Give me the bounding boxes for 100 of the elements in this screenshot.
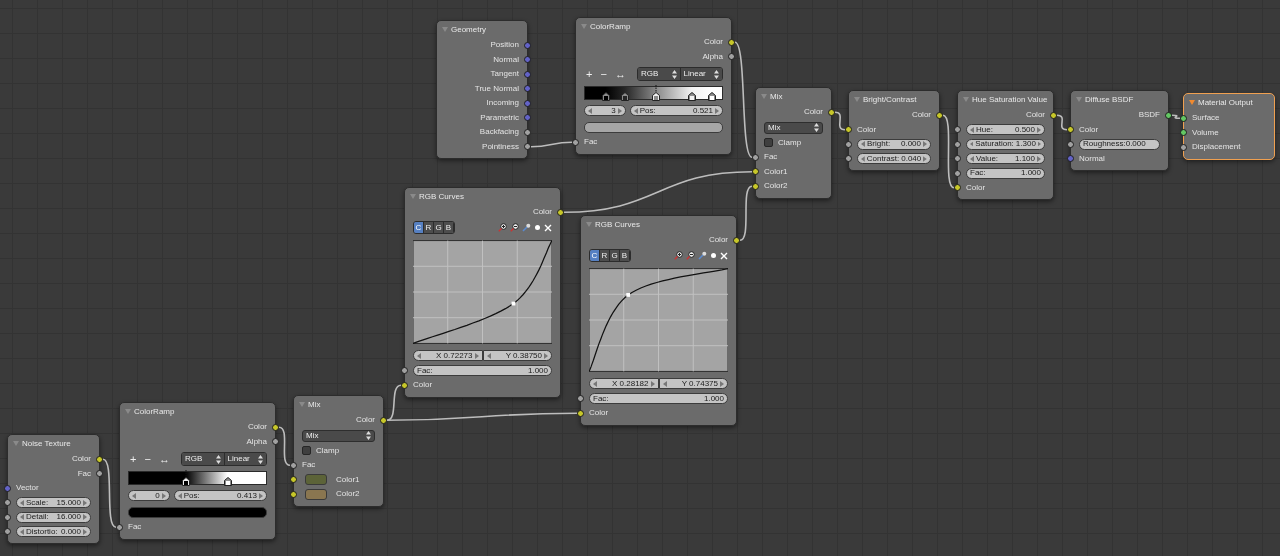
number-field[interactable]: Hue: 0.500 <box>966 124 1045 136</box>
node-panel[interactable]: Bright/Contrast Color Color Bright: 0.000 Contrast: 0.040 <box>848 90 940 171</box>
socket-icon[interactable] <box>290 476 297 484</box>
number-field[interactable]: Contrast: 0.040 <box>857 153 931 165</box>
socket-icon[interactable] <box>752 182 759 190</box>
node-panel[interactable]: RGB Curves Color C R G B X 0.28182 Y 0.74375 Fac: 1.000 Color <box>580 215 737 426</box>
socket-icon[interactable] <box>272 438 279 446</box>
increment-icon[interactable] <box>715 107 719 114</box>
decrement-icon[interactable] <box>417 352 421 359</box>
color-swatch[interactable] <box>305 474 327 486</box>
increment-icon[interactable] <box>1037 126 1041 133</box>
node-panel[interactable]: Material Output Surface Volume Displacement <box>1183 93 1275 160</box>
socket-icon[interactable] <box>828 108 835 116</box>
increment-icon[interactable] <box>83 499 87 506</box>
node-panel[interactable]: ColorRamp Color Alpha + − ↔ RGB Linear 3 Pos: 0.521 Fac <box>575 17 732 155</box>
color-mode-dropdown[interactable]: RGB <box>182 453 225 465</box>
socket-icon[interactable] <box>524 128 531 136</box>
ramp-tool-button[interactable]: ↔ <box>156 453 172 465</box>
decrement-icon[interactable] <box>662 380 667 387</box>
socket-icon[interactable] <box>4 513 11 521</box>
number-field[interactable]: Roughness:0.000 <box>1079 138 1160 150</box>
close-icon[interactable] <box>720 251 728 260</box>
decrement-icon[interactable] <box>20 499 24 506</box>
close-icon[interactable] <box>544 223 552 232</box>
channel-tab[interactable]: B <box>444 222 454 233</box>
increment-icon[interactable] <box>474 352 479 359</box>
socket-icon[interactable] <box>733 236 740 244</box>
number-field[interactable]: Y 0.74375 <box>658 378 728 389</box>
channel-tab[interactable]: B <box>620 250 630 261</box>
socket-icon[interactable] <box>845 126 852 134</box>
zoom-in-icon[interactable] <box>498 223 507 232</box>
socket-icon[interactable] <box>401 381 408 389</box>
interpolation-dropdown[interactable]: Linear <box>224 453 266 465</box>
socket-icon[interactable] <box>577 395 584 403</box>
color-swatch[interactable] <box>305 488 327 500</box>
decrement-icon[interactable] <box>633 107 638 114</box>
increment-icon[interactable] <box>544 352 548 359</box>
decrement-icon[interactable] <box>132 492 136 499</box>
dot-icon[interactable] <box>710 252 717 259</box>
socket-icon[interactable] <box>572 138 579 146</box>
node-panel[interactable]: RGB Curves Color C R G B X 0.72273 Y 0.38750 Fac: 1.000 Color <box>404 187 561 398</box>
increment-icon[interactable] <box>720 380 724 387</box>
socket-icon[interactable] <box>728 53 735 61</box>
increment-icon[interactable] <box>617 107 622 114</box>
blend-mode-dropdown[interactable]: Mix <box>302 429 375 442</box>
dot-icon[interactable] <box>534 224 541 231</box>
color-ramp-gradient[interactable] <box>128 471 267 485</box>
color-ramp-gradient[interactable] <box>584 86 723 100</box>
socket-icon[interactable] <box>577 409 584 417</box>
node-panel[interactable]: Mix Color Mix Clamp Fac Color1 Color2 <box>293 395 384 507</box>
socket-icon[interactable] <box>752 153 759 161</box>
socket-icon[interactable] <box>1050 111 1057 119</box>
decrement-icon[interactable] <box>970 126 974 133</box>
socket-icon[interactable] <box>1180 129 1187 137</box>
number-field[interactable]: Bright: 0.000 <box>857 138 931 150</box>
socket-icon[interactable] <box>954 155 961 163</box>
wrench-icon[interactable] <box>522 223 531 232</box>
ramp-tool-button[interactable]: − <box>142 453 153 465</box>
zoom-out-icon[interactable] <box>686 251 695 260</box>
number-field[interactable]: Fac: 1.000 <box>589 393 728 405</box>
interpolation-dropdown[interactable]: Linear <box>680 68 722 80</box>
number-field[interactable]: Scale: 15.000 <box>16 497 91 509</box>
socket-icon[interactable] <box>954 184 961 192</box>
number-field[interactable]: Pos: 0.413 <box>173 490 267 501</box>
curve-point[interactable] <box>511 301 516 305</box>
ramp-stop-marker[interactable] <box>181 470 190 486</box>
number-field[interactable]: Saturation: 1.300 <box>966 138 1045 150</box>
ramp-tool-button[interactable]: + <box>128 453 139 465</box>
number-field[interactable]: Distortio: 0.000 <box>16 526 91 538</box>
socket-icon[interactable] <box>1165 111 1172 119</box>
node-panel[interactable]: Geometry Position Normal Tangent True Normal Incoming Parametric Backfacing Pointiness <box>436 20 528 159</box>
node-panel[interactable]: Noise Texture Color Fac Vector Scale: 15.000 Detail: 16.000 Distortio: 0.000 <box>7 434 100 544</box>
decrement-icon[interactable] <box>593 380 597 387</box>
socket-icon[interactable] <box>4 528 11 536</box>
number-field[interactable]: Fac: 1.000 <box>413 365 552 377</box>
ramp-stop-marker[interactable] <box>652 85 661 101</box>
socket-icon[interactable] <box>728 38 735 46</box>
socket-icon[interactable] <box>96 455 103 463</box>
number-field[interactable]: X 0.28182 <box>589 378 659 389</box>
increment-icon[interactable] <box>161 492 166 499</box>
socket-icon[interactable] <box>1067 140 1074 148</box>
socket-icon[interactable] <box>272 423 279 431</box>
socket-icon[interactable] <box>1180 143 1187 151</box>
socket-icon[interactable] <box>96 470 103 478</box>
color-field[interactable] <box>584 121 723 133</box>
number-field[interactable]: Value: 1.100 <box>966 153 1045 165</box>
socket-icon[interactable] <box>116 523 123 531</box>
curve-point[interactable] <box>626 292 631 297</box>
number-field[interactable]: Pos: 0.521 <box>629 105 723 116</box>
increment-icon[interactable] <box>650 380 655 387</box>
node-panel[interactable]: Diffuse BSDF BSDF Color Roughness:0.000 Normal <box>1070 90 1169 171</box>
decrement-icon[interactable] <box>588 107 592 114</box>
node-panel[interactable]: Mix Color Mix Clamp Fac Color1 Color2 <box>755 87 832 199</box>
number-field[interactable]: Fac: 1.000 <box>966 167 1045 179</box>
socket-icon[interactable] <box>290 490 297 498</box>
socket-icon[interactable] <box>1067 126 1074 134</box>
socket-icon[interactable] <box>380 416 387 424</box>
number-field[interactable]: Y 0.38750 <box>482 350 552 361</box>
checkbox[interactable] <box>764 138 773 148</box>
stop-index-field[interactable]: 3 <box>584 105 626 116</box>
